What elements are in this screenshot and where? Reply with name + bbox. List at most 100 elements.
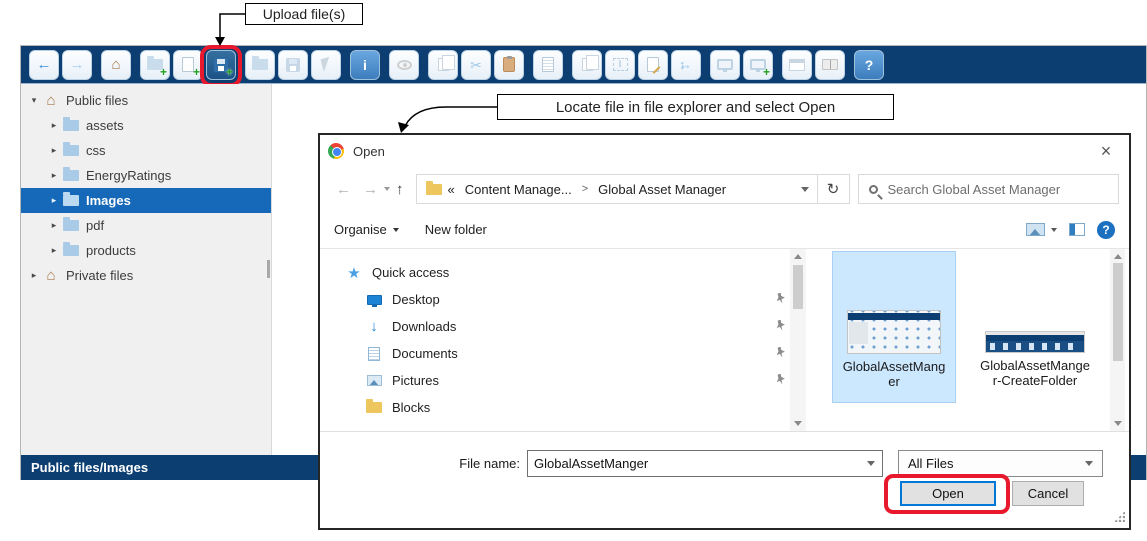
tree-item-label: products <box>86 243 136 258</box>
expand-icon[interactable]: ▸ <box>27 270 41 281</box>
scrollbar-thumb[interactable] <box>793 265 803 309</box>
file-name-input[interactable] <box>528 456 867 471</box>
cut-button[interactable]: ✂ <box>461 50 491 80</box>
tree-item-private-files[interactable]: ▸ ⌂ Private files <box>21 263 271 288</box>
expand-icon[interactable]: ▸ <box>47 245 61 256</box>
info-button[interactable]: i <box>350 50 380 80</box>
monitor-add-icon: + <box>749 57 767 73</box>
refresh-button[interactable]: ↻ <box>818 174 850 204</box>
cancel-button[interactable]: Cancel <box>1012 481 1084 506</box>
info-icon: i <box>363 57 367 73</box>
upload-callout: Upload file(s) <box>245 3 363 25</box>
tree-item-public-files[interactable]: ▾ ⌂ Public files <box>21 88 271 113</box>
nav-history-chevron-icon[interactable] <box>384 187 390 191</box>
pin-icon <box>775 374 786 385</box>
nav-pane-scrollbar[interactable] <box>790 249 806 431</box>
resize-grip[interactable] <box>1114 511 1125 522</box>
file-type-select[interactable]: All Files <box>898 450 1103 477</box>
help-button[interactable]: ? <box>854 50 884 80</box>
open-button[interactable]: Open <box>900 481 996 506</box>
back-button[interactable]: ← <box>29 50 59 80</box>
file-name-dropdown-icon[interactable] <box>867 461 875 466</box>
breadcrumb-overflow[interactable]: « <box>448 182 455 197</box>
tree-item-images-selected[interactable]: ▸ Images <box>21 188 271 213</box>
nav-forward-icon[interactable]: → <box>363 182 378 197</box>
tree-scrollbar-thumb[interactable] <box>267 260 270 278</box>
document-properties-button[interactable] <box>533 50 563 80</box>
close-icon[interactable]: × <box>1091 141 1121 162</box>
breadcrumb-parent[interactable]: Content Manage... <box>465 182 572 197</box>
nav-up-icon[interactable]: ↑ <box>396 182 404 197</box>
nav-item-pictures[interactable]: Pictures <box>320 367 790 394</box>
view-thumbnails-button[interactable] <box>1026 223 1057 236</box>
tree-item-label: css <box>86 143 106 158</box>
collapse-icon[interactable]: ▾ <box>27 95 41 106</box>
refresh-icon: ↻ <box>827 180 840 198</box>
organise-menu-button[interactable]: Organise <box>334 222 399 237</box>
tree-item-pdf[interactable]: ▸ pdf <box>21 213 271 238</box>
scroll-up-icon[interactable] <box>794 254 802 259</box>
pin-icon <box>775 320 786 331</box>
copy-button[interactable] <box>428 50 458 80</box>
forward-icon: → <box>70 57 85 72</box>
nav-item-desktop[interactable]: Desktop <box>320 286 790 313</box>
nav-item-blocks[interactable]: Blocks <box>320 394 790 421</box>
rename-button[interactable]: I <box>605 50 635 80</box>
nav-item-quick-access[interactable]: ★ Quick access <box>320 259 790 286</box>
files-pane-scrollbar[interactable] <box>1110 249 1125 431</box>
scroll-down-icon[interactable] <box>1114 421 1122 426</box>
file-tile-globalassetmanger[interactable]: GlobalAssetManger <box>832 251 956 403</box>
new-file-button[interactable]: + <box>173 50 203 80</box>
upload-file-icon: + <box>212 57 230 73</box>
upload-file-button[interactable]: + <box>206 50 236 80</box>
expand-icon[interactable]: ▸ <box>47 195 61 206</box>
window-view-button[interactable] <box>782 50 812 80</box>
expand-arrows-icon: ↔↕ <box>678 57 694 73</box>
organise-caret-icon <box>393 228 399 232</box>
search-input[interactable] <box>888 182 1109 197</box>
details-view-icon[interactable] <box>1069 223 1085 236</box>
scrollbar-thumb[interactable] <box>1113 263 1123 361</box>
save-button[interactable] <box>278 50 308 80</box>
nav-item-documents[interactable]: Documents <box>320 340 790 367</box>
edit-icon <box>644 57 662 73</box>
expand-icon[interactable]: ▸ <box>47 170 61 181</box>
paste-button[interactable] <box>494 50 524 80</box>
expand-icon[interactable]: ▸ <box>47 220 61 231</box>
new-folder-button[interactable]: + <box>140 50 170 80</box>
tree-item-products[interactable]: ▸ products <box>21 238 271 263</box>
tree-item-css[interactable]: ▸ css <box>21 138 271 163</box>
forward-button[interactable]: → <box>62 50 92 80</box>
dialog-help-icon[interactable]: ? <box>1097 221 1115 239</box>
expand-icon[interactable]: ▸ <box>47 120 61 131</box>
file-tile-globalassetmanger-createfolder[interactable]: GlobalAssetManger-CreateFolder <box>968 251 1102 403</box>
duplicate-button[interactable] <box>572 50 602 80</box>
select-pointer-button[interactable] <box>311 50 341 80</box>
search-box[interactable] <box>858 174 1120 204</box>
nav-item-downloads[interactable]: ↓ Downloads <box>320 313 790 340</box>
address-breadcrumb[interactable]: « Content Manage... > Global Asset Manag… <box>416 174 818 204</box>
copy-icon <box>434 57 452 73</box>
tree-item-energyratings[interactable]: ▸ EnergyRatings <box>21 163 271 188</box>
new-folder-command[interactable]: New folder <box>425 222 487 237</box>
file-thumbnail <box>985 331 1085 353</box>
expand-icon[interactable]: ▸ <box>47 145 61 156</box>
tree-item-assets[interactable]: ▸ assets <box>21 113 271 138</box>
home-button[interactable]: ⌂ <box>101 50 131 80</box>
new-folder-label: New folder <box>425 222 487 237</box>
expand-button[interactable]: ↔↕ <box>671 50 701 80</box>
monitor-button[interactable] <box>710 50 740 80</box>
edit-button[interactable] <box>638 50 668 80</box>
preview-button[interactable] <box>389 50 419 80</box>
breadcrumb-current[interactable]: Global Asset Manager <box>598 182 726 197</box>
address-dropdown-icon[interactable] <box>801 187 809 192</box>
scroll-up-icon[interactable] <box>1114 254 1122 259</box>
cut-scissors-icon: ✂ <box>470 58 482 72</box>
nav-back-icon[interactable]: ← <box>336 182 351 197</box>
chrome-icon <box>328 143 344 159</box>
monitor-add-button[interactable]: + <box>743 50 773 80</box>
scroll-down-icon[interactable] <box>794 421 802 426</box>
back-icon: ← <box>37 57 52 72</box>
documentation-button[interactable] <box>815 50 845 80</box>
folder-button[interactable] <box>245 50 275 80</box>
